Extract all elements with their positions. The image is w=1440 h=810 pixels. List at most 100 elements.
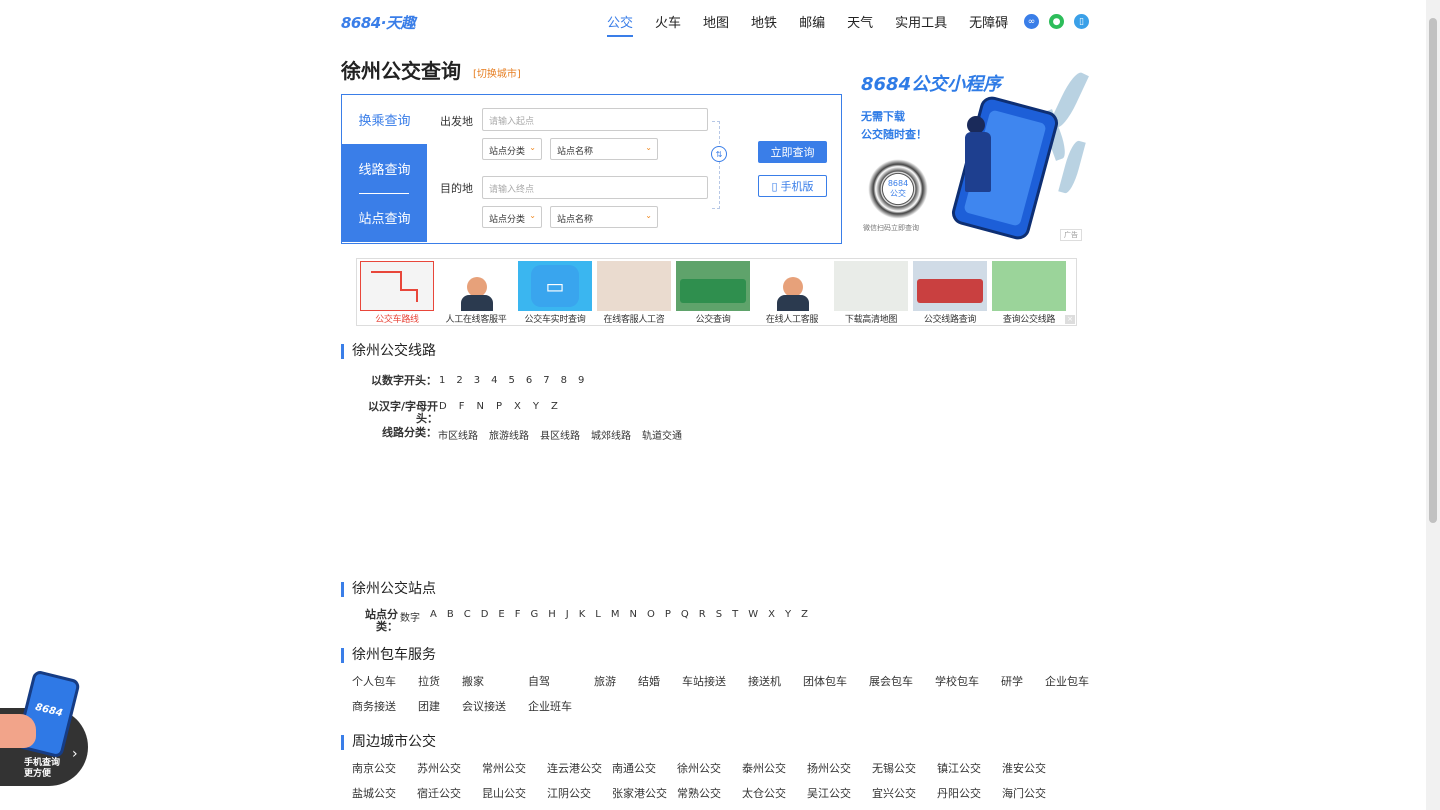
stop-letter-link[interactable]: L bbox=[595, 609, 601, 624]
charter-link[interactable]: 学校包车 bbox=[935, 673, 979, 689]
ad-item[interactable]: 公交车路线 bbox=[360, 261, 434, 325]
number-link[interactable]: 3 bbox=[474, 375, 480, 386]
nav-item[interactable]: 实用工具 bbox=[895, 12, 947, 31]
charter-link[interactable]: 企业包车 bbox=[1045, 673, 1089, 689]
charter-link[interactable]: 个人包车 bbox=[352, 673, 396, 689]
stop-letter-link[interactable]: N bbox=[630, 609, 637, 624]
number-link[interactable]: 5 bbox=[509, 375, 515, 386]
stop-letter-link[interactable]: M bbox=[611, 609, 620, 624]
stop-letter-link[interactable]: K bbox=[579, 609, 586, 624]
stop-letter-link[interactable]: O bbox=[647, 609, 655, 624]
line-category-link[interactable]: 旅游线路 bbox=[489, 427, 529, 442]
nearby-city-link[interactable]: 无锡公交 bbox=[872, 760, 925, 776]
ad-item[interactable]: 在线人工客服 bbox=[755, 261, 829, 325]
charter-link[interactable]: 团体包车 bbox=[803, 673, 847, 689]
letter-link[interactable]: X bbox=[514, 401, 521, 412]
letter-link[interactable]: N bbox=[476, 401, 483, 412]
stop-letter-link[interactable]: Y bbox=[785, 609, 791, 624]
stop-letter-link[interactable]: Z bbox=[801, 609, 808, 624]
nearby-city-link[interactable]: 淮安公交 bbox=[1002, 760, 1055, 776]
charter-link[interactable]: 自驾 bbox=[528, 673, 572, 689]
from-stop-select[interactable]: 站点名称 ⌄ bbox=[550, 138, 658, 160]
to-input[interactable]: 请输入终点 bbox=[482, 176, 708, 199]
line-category-link[interactable]: 城郊线路 bbox=[591, 427, 631, 442]
to-category-select[interactable]: 站点分类 ⌄ bbox=[482, 206, 542, 228]
stop-letter-link[interactable]: 数字 bbox=[400, 609, 420, 624]
nearby-city-link[interactable]: 扬州公交 bbox=[807, 760, 860, 776]
number-link[interactable]: 4 bbox=[491, 375, 497, 386]
wechat-icon[interactable]: ● bbox=[1049, 14, 1064, 29]
letter-link[interactable]: F bbox=[459, 401, 465, 412]
charter-link[interactable]: 旅游 bbox=[594, 673, 616, 689]
nav-item[interactable]: 天气 bbox=[847, 12, 873, 31]
number-link[interactable]: 7 bbox=[543, 375, 549, 386]
stop-letter-link[interactable]: E bbox=[498, 609, 504, 624]
ad-item[interactable]: 人工在线客服平 bbox=[439, 261, 513, 325]
nav-item[interactable]: 邮编 bbox=[799, 12, 825, 31]
charter-link[interactable]: 结婚 bbox=[638, 673, 660, 689]
nearby-city-link[interactable]: 盐城公交 bbox=[352, 785, 405, 801]
mini-program-ad[interactable]: 8684公交小程序 无需下载 公交随时查！ 8684 公交 微信扫码立即查询 广… bbox=[853, 66, 1089, 244]
ad-item[interactable]: 查询公交线路 bbox=[992, 261, 1066, 325]
nav-item[interactable]: 地铁 bbox=[751, 12, 777, 31]
charter-link[interactable]: 商务接送 bbox=[352, 698, 396, 714]
close-icon[interactable]: × bbox=[1065, 315, 1075, 324]
line-category-link[interactable]: 轨道交通 bbox=[642, 427, 682, 442]
letter-link[interactable]: P bbox=[496, 401, 502, 412]
letter-link[interactable]: D bbox=[439, 401, 447, 412]
nearby-city-link[interactable]: 昆山公交 bbox=[482, 785, 535, 801]
ad-item[interactable]: 下载高清地图 bbox=[834, 261, 908, 325]
number-link[interactable]: 6 bbox=[526, 375, 532, 386]
nearby-city-link[interactable]: 泰州公交 bbox=[742, 760, 795, 776]
nearby-city-link[interactable]: 常熟公交 bbox=[677, 785, 730, 801]
nearby-city-link[interactable]: 徐州公交 bbox=[677, 760, 730, 776]
to-stop-select[interactable]: 站点名称 ⌄ bbox=[550, 206, 658, 228]
nearby-city-link[interactable]: 连云港公交 bbox=[547, 760, 602, 776]
ad-item[interactable]: 公交查询 bbox=[676, 261, 750, 325]
site-logo[interactable]: 8684·天趣 bbox=[341, 12, 415, 33]
from-category-select[interactable]: 站点分类 ⌄ bbox=[482, 138, 542, 160]
search-button[interactable]: 立即查询 bbox=[758, 141, 827, 163]
line-category-link[interactable]: 市区线路 bbox=[438, 427, 478, 442]
stop-letter-link[interactable]: C bbox=[464, 609, 471, 624]
charter-link[interactable]: 团建 bbox=[418, 698, 440, 714]
stop-letter-link[interactable]: R bbox=[699, 609, 706, 624]
charter-link[interactable]: 搬家 bbox=[462, 673, 506, 689]
stop-letter-link[interactable]: J bbox=[566, 609, 569, 624]
number-link[interactable]: 9 bbox=[578, 375, 584, 386]
nearby-city-link[interactable]: 镇江公交 bbox=[937, 760, 990, 776]
mobile-icon[interactable]: ▯ bbox=[1074, 14, 1089, 29]
page-scrollbar[interactable] bbox=[1426, 0, 1440, 810]
nav-item[interactable]: 无障碍 bbox=[969, 12, 1008, 31]
charter-link[interactable]: 拉货 bbox=[418, 673, 440, 689]
stop-letter-link[interactable]: Q bbox=[681, 609, 689, 624]
nearby-city-link[interactable]: 太仓公交 bbox=[742, 785, 795, 801]
swap-icon[interactable]: ⇅ bbox=[711, 146, 727, 162]
ad-item[interactable]: ▭ 公交车实时查询 bbox=[518, 261, 592, 325]
line-category-link[interactable]: 县区线路 bbox=[540, 427, 580, 442]
charter-link[interactable]: 展会包车 bbox=[869, 673, 913, 689]
tab-line[interactable]: 线路查询 bbox=[342, 144, 427, 193]
letter-link[interactable]: Z bbox=[551, 401, 558, 412]
tab-transfer[interactable]: 换乘查询 bbox=[342, 95, 427, 144]
nearby-city-link[interactable]: 张家港公交 bbox=[612, 785, 667, 801]
tab-stop[interactable]: 站点查询 bbox=[342, 193, 427, 242]
ad-item[interactable]: 公交线路查询 bbox=[913, 261, 987, 325]
nav-item[interactable]: 地图 bbox=[703, 12, 729, 31]
stop-letter-link[interactable]: X bbox=[768, 609, 775, 624]
number-link[interactable]: 1 bbox=[439, 375, 445, 386]
stop-letter-link[interactable]: P bbox=[665, 609, 671, 624]
charter-link[interactable]: 会议接送 bbox=[462, 698, 506, 714]
nav-item[interactable]: 火车 bbox=[655, 12, 681, 31]
nearby-city-link[interactable]: 南通公交 bbox=[612, 760, 665, 776]
stop-letter-link[interactable]: S bbox=[716, 609, 722, 624]
nearby-city-link[interactable]: 宿迁公交 bbox=[417, 785, 470, 801]
nearby-city-link[interactable]: 苏州公交 bbox=[417, 760, 470, 776]
stop-letter-link[interactable]: W bbox=[748, 609, 758, 624]
stop-letter-link[interactable]: H bbox=[548, 609, 556, 624]
letter-link[interactable]: Y bbox=[533, 401, 539, 412]
number-link[interactable]: 2 bbox=[456, 375, 462, 386]
stop-letter-link[interactable]: B bbox=[447, 609, 454, 624]
nearby-city-link[interactable]: 吴江公交 bbox=[807, 785, 860, 801]
charter-link[interactable]: 接送机 bbox=[748, 673, 781, 689]
